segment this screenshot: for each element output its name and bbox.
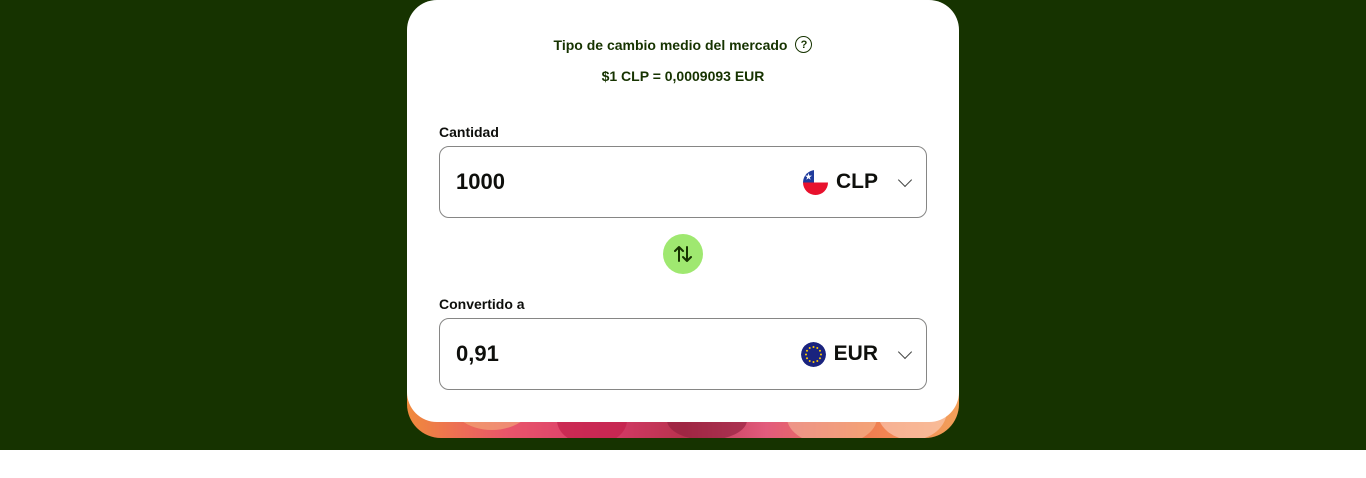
source-amount-label: Cantidad	[439, 124, 499, 140]
target-amount-input[interactable]: 0,91	[456, 319, 499, 389]
rate-title: Tipo de cambio medio del mercado ?	[407, 36, 959, 53]
source-amount-input[interactable]: 1000	[456, 147, 505, 217]
source-currency-code: CLP	[836, 170, 878, 193]
source-amount-field[interactable]: 1000 CLP	[439, 146, 927, 218]
chile-flag-icon	[803, 169, 828, 195]
eu-flag-icon	[800, 341, 826, 367]
converter-card: Tipo de cambio medio del mercado ? $1 CL…	[407, 0, 959, 422]
rate-value: $1 CLP = 0,0009093 EUR	[601, 68, 765, 84]
help-icon[interactable]: ?	[795, 36, 813, 53]
target-currency-select[interactable]: EUR	[800, 319, 914, 389]
target-amount-field[interactable]: 0,91 EUR	[439, 318, 927, 390]
chevron-down-icon	[897, 172, 913, 187]
swap-currencies-button[interactable]	[663, 234, 703, 274]
source-currency-select[interactable]: CLP	[803, 147, 914, 217]
chevron-down-icon	[897, 344, 913, 359]
target-amount-label: Convertido a	[439, 296, 525, 312]
target-currency-code: EUR	[833, 342, 878, 365]
swap-arrows-icon	[674, 246, 692, 262]
rate-title-text: Tipo de cambio medio del mercado	[553, 36, 788, 53]
